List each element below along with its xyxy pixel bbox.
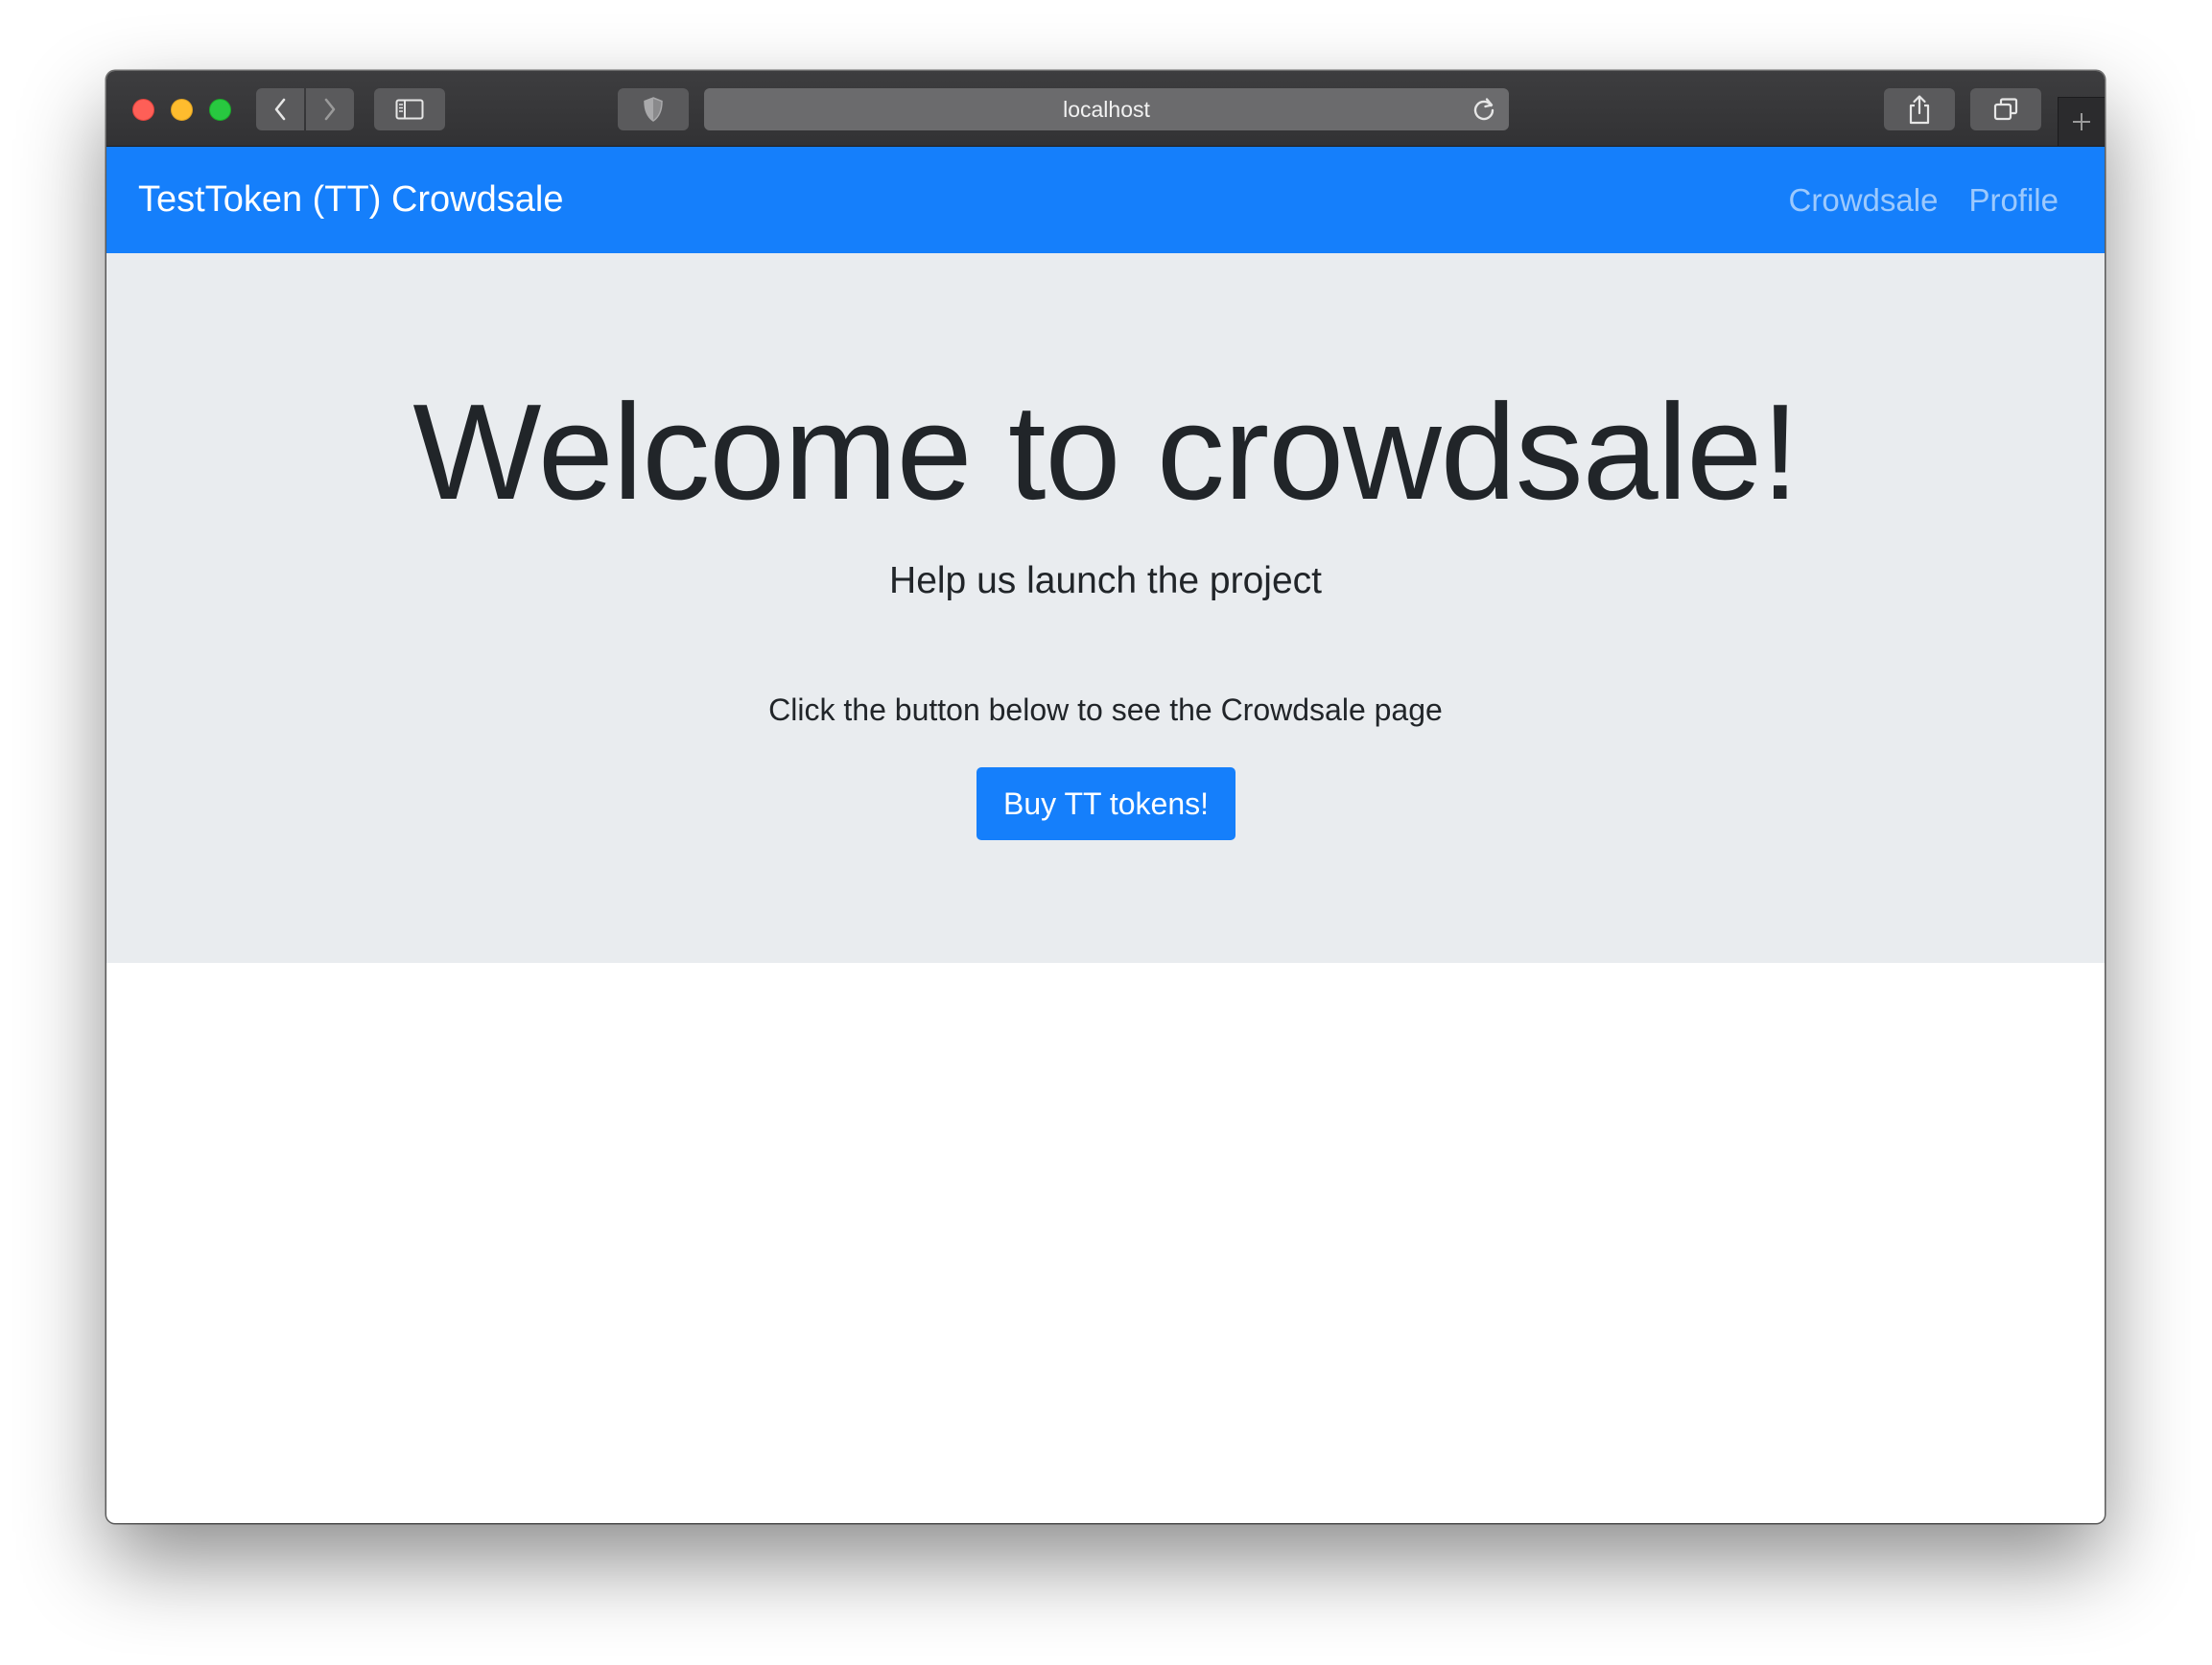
chevron-left-icon — [274, 98, 286, 121]
jumbotron: Welcome to crowdsale! Help us launch the… — [106, 253, 2105, 963]
address-bar[interactable]: localhost — [704, 88, 1509, 130]
page-subtitle: Help us launch the project — [889, 560, 1322, 601]
new-tab-button[interactable] — [2058, 97, 2105, 146]
browser-window: localhost TestToken (TT) Crowdsale Crowd… — [106, 71, 2105, 1523]
sidebar-icon — [395, 99, 424, 120]
navbar-brand[interactable]: TestToken (TT) Crowdsale — [138, 147, 563, 253]
nav-link-crowdsale[interactable]: Crowdsale — [1789, 182, 1939, 219]
navbar: TestToken (TT) Crowdsale Crowdsale Profi… — [106, 147, 2105, 253]
minimize-window-button[interactable] — [171, 99, 193, 121]
share-icon — [1909, 95, 1930, 125]
privacy-report-button[interactable] — [618, 88, 689, 130]
nav-links: Crowdsale Profile — [1789, 147, 2059, 253]
sidebar-toggle-button[interactable] — [374, 88, 445, 130]
nav-link-profile[interactable]: Profile — [1968, 182, 2059, 219]
back-button[interactable] — [256, 88, 304, 130]
zoom-window-button[interactable] — [209, 99, 231, 121]
close-window-button[interactable] — [132, 99, 154, 121]
instruction-text: Click the button below to see the Crowds… — [768, 692, 1443, 727]
browser-toolbar: localhost — [106, 71, 2105, 147]
address-text: localhost — [1063, 97, 1150, 122]
shield-icon — [644, 97, 663, 122]
chevron-right-icon — [324, 98, 336, 121]
tab-overview-button[interactable] — [1970, 88, 2041, 130]
share-button[interactable] — [1884, 88, 1955, 130]
tabs-overview-icon — [1993, 98, 2018, 121]
page-title: Welcome to crowdsale! — [412, 376, 1799, 528]
reload-icon[interactable] — [1471, 96, 1497, 123]
forward-button[interactable] — [306, 88, 354, 130]
buy-tokens-button[interactable]: Buy TT tokens! — [977, 767, 1235, 840]
plus-icon — [2073, 113, 2090, 130]
